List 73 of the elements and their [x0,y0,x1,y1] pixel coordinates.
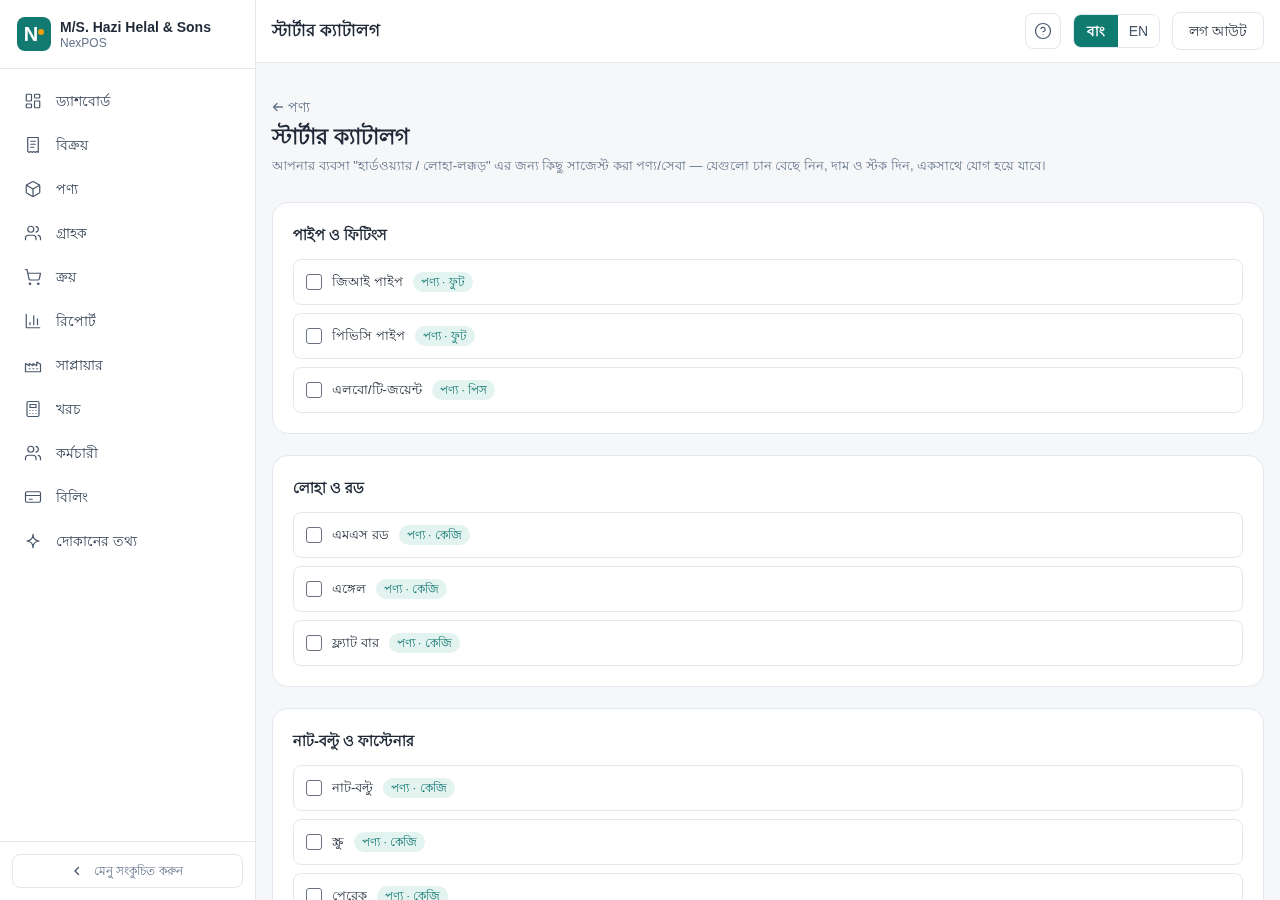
catalog-item-row[interactable]: পেরেক পণ্য · কেজি [293,873,1243,900]
logout-button[interactable]: লগ আউট [1172,12,1264,50]
checkbox[interactable] [306,780,322,796]
catalog-item-row[interactable]: এঙ্গেল পণ্য · কেজি [293,566,1243,612]
app-name: NexPOS [60,35,108,51]
catalog-item-row[interactable]: নাট-বল্টু পণ্য · কেজি [293,765,1243,811]
checkbox[interactable] [306,834,322,850]
catalog-item-row[interactable]: জিআই পাইপ পণ্য · ফুট [293,259,1243,305]
logo-letter: N [23,24,39,44]
language-tab[interactable]: বাং [1073,15,1118,47]
collapse-menu-button[interactable]: মেনু সংকুচিত করুন [12,854,243,888]
type-unit-badge: পণ্য · কেজি [398,525,470,545]
nav-item[interactable]: দোকানের তথ্য [12,521,243,561]
category-title: লোহা ও রড [293,478,365,498]
sparkle-icon [24,532,42,550]
box-icon [24,180,42,198]
catalog-item-row[interactable]: এলবো/টি-জয়েন্ট পণ্য · পিস [293,367,1243,413]
back-link[interactable]: পণ্য [272,97,310,117]
nav-item[interactable]: বিক্রয় [12,125,243,165]
catalog-item-row[interactable]: ফ্ল্যাট বার পণ্য · কেজি [293,620,1243,666]
arrow-left-icon [272,101,284,113]
type-unit-badge: পণ্য · কেজি [383,778,455,798]
catalog-item-row[interactable]: এমএস রড পণ্য · কেজি [293,512,1243,558]
calculator-icon [24,400,42,418]
credit-card-icon [24,488,42,506]
checkbox[interactable] [306,581,322,597]
page-description: আপনার ব্যবসা "হার্ডওয়্যার / লোহা-লক্কড়" এর জন্য কিছু সাজেস্ট করা পণ্য/সেবা — যেগুলো চান বেছে নিন, দাম ও স্টক দিন, একসাথে যোগ হয়ে যাবে। [272,157,1047,176]
business-name: M/S. Hazi Helal & Sons [60,17,211,36]
dashboard-icon [24,92,42,110]
type-unit-badge: পণ্য · কেজি [388,633,460,653]
item-name: এঙ্গেল [332,580,366,599]
page-title: স্টার্টার ক্যাটালগ [272,121,410,151]
item-name: পেরেক [332,887,367,900]
nav-item[interactable]: ক্রয় [12,257,243,297]
item-name: ফ্ল্যাট বার [332,634,379,653]
nav-item[interactable]: গ্রাহক [12,213,243,253]
receipt-icon [24,136,42,154]
nav-item[interactable]: রিপোর্ট [12,301,243,341]
item-name: নাট-বল্টু [332,779,374,798]
item-name: এমএস রড [332,526,389,545]
checkbox[interactable] [306,635,322,651]
checkbox[interactable] [306,382,322,398]
item-name: স্ক্রু [332,833,344,852]
help-icon [1033,22,1052,40]
item-name: পিভিসি পাইপ [332,327,405,346]
nav-item[interactable]: খরচ [12,389,243,429]
type-unit-badge: পণ্য · পিস [431,380,496,400]
bar-chart-icon [24,312,42,330]
nav-item[interactable]: বিলিং [12,477,243,517]
item-name: জিআই পাইপ [332,273,403,292]
catalog-item-row[interactable]: পিভিসি পাইপ পণ্য · ফুট [293,313,1243,359]
nav-item[interactable]: পণ্য [12,169,243,209]
type-unit-badge: পণ্য · ফুট [412,272,473,292]
catalog-item-row[interactable]: স্ক্রু পণ্য · কেজি [293,819,1243,865]
checkbox[interactable] [306,888,322,900]
category-title: নাট-বল্টু ও ফাস্টেনার [293,731,415,753]
nav-item[interactable]: ড্যাশবোর্ড [12,81,243,121]
page-heading: স্টার্টার ক্যাটালগ [272,18,380,43]
nav-item[interactable]: সাপ্লায়ার [12,345,243,385]
type-unit-badge: পণ্য · কেজি [376,579,448,599]
type-unit-badge: পণ্য · কেজি [354,832,426,852]
item-name: এলবো/টি-জয়েন্ট [332,381,422,400]
category-title: পাইপ ও ফিটিংস [293,224,388,245]
checkbox[interactable] [306,328,322,344]
users-icon [24,224,42,242]
type-unit-badge: পণ্য · ফুট [414,326,475,346]
users-icon [24,444,42,462]
nav-item[interactable]: কর্মচারী [12,433,243,473]
checkbox[interactable] [306,527,322,543]
help-button[interactable] [1024,13,1061,49]
cart-icon [24,268,42,286]
type-unit-badge: পণ্য · কেজি [377,886,449,900]
checkbox[interactable] [306,274,322,290]
